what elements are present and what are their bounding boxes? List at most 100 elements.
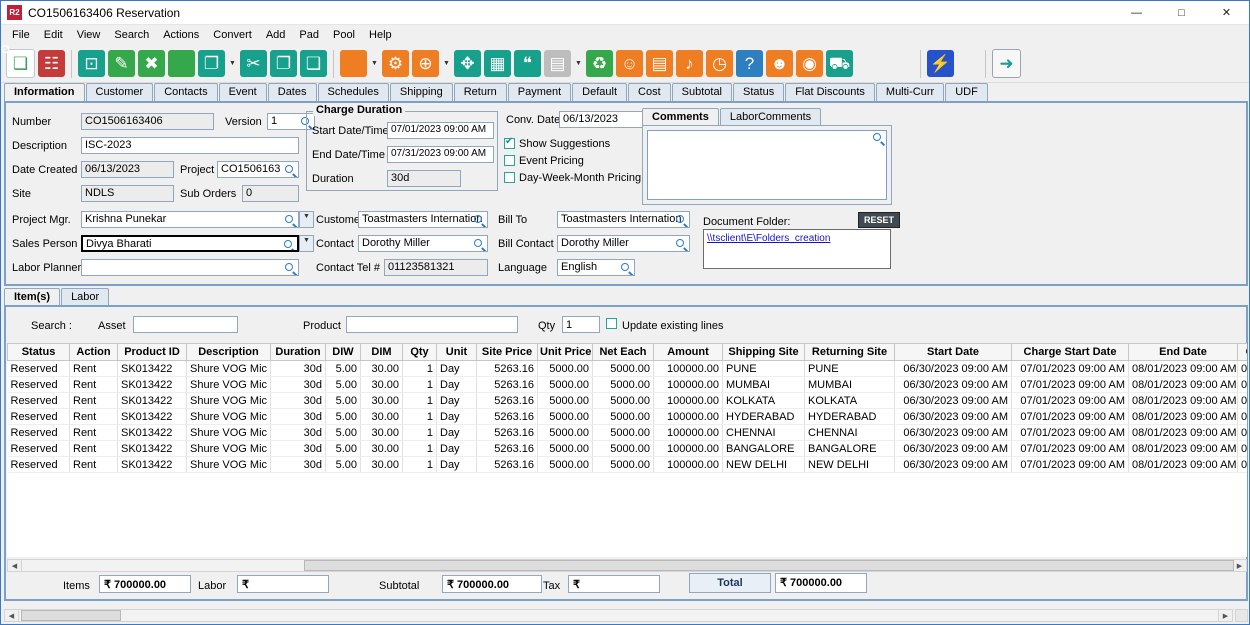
table-row[interactable]: ReservedRentSK013422Shure VOG Mic30d5.00… xyxy=(8,377,1248,393)
cell-charge-end-date[interactable]: 07/31/2023 09:00 AM xyxy=(1238,457,1248,473)
grid-icon[interactable]: ▦ xyxy=(484,50,511,77)
cell-duration[interactable]: 30d xyxy=(271,441,326,457)
bill-to-search-icon[interactable] xyxy=(676,215,687,226)
table-row[interactable]: ReservedRentSK013422Shure VOG Mic30d5.00… xyxy=(8,361,1248,377)
cell-dim[interactable]: 30.00 xyxy=(361,361,403,377)
cell-charge-start-date[interactable]: 07/01/2023 09:00 AM xyxy=(1012,377,1129,393)
table-row[interactable]: ReservedRentSK013422Shure VOG Mic30d5.00… xyxy=(8,457,1248,473)
column-header-site-price[interactable]: Site Price xyxy=(477,344,538,361)
cell-qty[interactable]: 1 xyxy=(403,361,437,377)
cell-shipping-site[interactable]: MUMBAI xyxy=(723,377,805,393)
comments-icon[interactable]: ❝ xyxy=(514,50,541,77)
comments-tab-comments[interactable]: Comments xyxy=(642,108,719,126)
copy-special-icon[interactable]: ❐ xyxy=(198,50,225,77)
cell-product-id[interactable]: SK013422 xyxy=(118,377,187,393)
tab-cost[interactable]: Cost xyxy=(628,83,671,101)
cell-diw[interactable]: 5.00 xyxy=(326,441,361,457)
cell-dim[interactable]: 30.00 xyxy=(361,409,403,425)
cell-duration[interactable]: 30d xyxy=(271,377,326,393)
tab-information[interactable]: Information xyxy=(4,83,85,101)
edit-icon[interactable]: ✎ xyxy=(108,50,135,77)
scroll-right-icon[interactable]: ▶ xyxy=(1232,560,1246,571)
copy-icon[interactable]: ❐ xyxy=(270,50,297,77)
cell-unit-price[interactable]: 5000.00 xyxy=(538,361,593,377)
labor-planner-search-icon[interactable] xyxy=(285,263,296,274)
start-datetime-field[interactable]: 07/01/2023 09:00 AM xyxy=(387,122,494,139)
sales-person-dropdown[interactable] xyxy=(299,235,314,252)
window-horizontal-scrollbar[interactable]: ◀ ▶ xyxy=(4,609,1233,622)
total-button[interactable]: Total xyxy=(689,573,771,593)
cell-unit[interactable]: Day xyxy=(437,361,477,377)
tab-multi-curr[interactable]: Multi-Curr xyxy=(876,83,944,101)
table-row[interactable]: ReservedRentSK013422Shure VOG Mic30d5.00… xyxy=(8,425,1248,441)
project-mgr-search-icon[interactable] xyxy=(285,215,296,226)
cell-dim[interactable]: 30.00 xyxy=(361,393,403,409)
add-items-dropdown-icon[interactable]: ▼ xyxy=(442,60,451,67)
cell-dim[interactable]: 30.00 xyxy=(361,377,403,393)
language-field[interactable]: English xyxy=(557,259,635,276)
cell-qty[interactable]: 1 xyxy=(403,409,437,425)
tab-dates[interactable]: Dates xyxy=(268,83,317,101)
cell-charge-start-date[interactable]: 07/01/2023 09:00 AM xyxy=(1012,457,1129,473)
cell-action[interactable]: Rent xyxy=(70,409,118,425)
music-icon[interactable]: ♪ xyxy=(676,50,703,77)
paste-icon[interactable]: ❑ xyxy=(300,50,327,77)
contact-tel-field[interactable]: 01123581321 xyxy=(384,259,488,276)
cell-description[interactable]: Shure VOG Mic xyxy=(187,361,271,377)
cell-charge-start-date[interactable]: 07/01/2023 09:00 AM xyxy=(1012,361,1129,377)
maximize-button[interactable]: □ xyxy=(1159,1,1204,24)
cell-shipping-site[interactable]: BANGALORE xyxy=(723,441,805,457)
document-folder-link[interactable]: \\tsclient\E\Folders_creation xyxy=(707,233,830,244)
cell-net-each[interactable]: 5000.00 xyxy=(593,425,654,441)
cell-returning-site[interactable]: KOLKATA xyxy=(805,393,895,409)
cell-qty[interactable]: 1 xyxy=(403,441,437,457)
column-header-returning-site[interactable]: Returning Site xyxy=(805,344,895,361)
cell-qty[interactable]: 1 xyxy=(403,393,437,409)
cell-net-each[interactable]: 5000.00 xyxy=(593,377,654,393)
cell-unit[interactable]: Day xyxy=(437,377,477,393)
cell-charge-end-date[interactable]: 07/31/2023 09:00 AM xyxy=(1238,425,1248,441)
photo-icon[interactable]: ◉ xyxy=(796,50,823,77)
cell-charge-start-date[interactable]: 07/01/2023 09:00 AM xyxy=(1012,393,1129,409)
cell-duration[interactable]: 30d xyxy=(271,361,326,377)
cell-product-id[interactable]: SK013422 xyxy=(118,441,187,457)
cell-start-date[interactable]: 06/30/2023 09:00 AM xyxy=(895,361,1012,377)
add-contact-icon[interactable]: ☻ xyxy=(766,50,793,77)
table-row[interactable]: ReservedRentSK013422Shure VOG Mic30d5.00… xyxy=(8,441,1248,457)
menu-add[interactable]: Add xyxy=(259,27,293,43)
cell-action[interactable]: Rent xyxy=(70,457,118,473)
bill-to-field[interactable]: Toastmasters Internation xyxy=(557,211,690,228)
cell-site-price[interactable]: 5263.16 xyxy=(477,457,538,473)
cell-product-id[interactable]: SK013422 xyxy=(118,361,187,377)
customer-field[interactable]: Toastmasters Internation xyxy=(358,211,488,228)
column-header-charge-start-date[interactable]: Charge Start Date xyxy=(1012,344,1129,361)
expand-icon[interactable]: ✥ xyxy=(454,50,481,77)
cell-site-price[interactable]: 5263.16 xyxy=(477,425,538,441)
cell-unit-price[interactable]: 5000.00 xyxy=(538,425,593,441)
cell-status[interactable]: Reserved xyxy=(8,393,70,409)
cell-net-each[interactable]: 5000.00 xyxy=(593,393,654,409)
cell-status[interactable]: Reserved xyxy=(8,457,70,473)
cell-start-date[interactable]: 06/30/2023 09:00 AM xyxy=(895,393,1012,409)
cell-diw[interactable]: 5.00 xyxy=(326,425,361,441)
project-field[interactable]: CO1506163 xyxy=(217,161,299,178)
cell-net-each[interactable]: 5000.00 xyxy=(593,441,654,457)
table-horizontal-scrollbar[interactable]: ◀ ▶ xyxy=(7,559,1247,572)
column-header-diw[interactable]: DIW xyxy=(326,344,361,361)
menu-help[interactable]: Help xyxy=(362,27,399,43)
bill-contact-field[interactable]: Dorothy Miller xyxy=(557,235,690,252)
column-header-status[interactable]: Status xyxy=(8,344,70,361)
cell-description[interactable]: Shure VOG Mic xyxy=(187,409,271,425)
cell-start-date[interactable]: 06/30/2023 09:00 AM xyxy=(895,441,1012,457)
cell-amount[interactable]: 100000.00 xyxy=(654,377,723,393)
cell-unit-price[interactable]: 5000.00 xyxy=(538,393,593,409)
cell-shipping-site[interactable]: NEW DELHI xyxy=(723,457,805,473)
column-header-charge-end-date[interactable]: Charge End Date xyxy=(1238,344,1248,361)
cell-dim[interactable]: 30.00 xyxy=(361,425,403,441)
save-icon[interactable]: ⊡ xyxy=(78,50,105,77)
cell-action[interactable]: Rent xyxy=(70,441,118,457)
cell-qty[interactable]: 1 xyxy=(403,377,437,393)
cell-description[interactable]: Shure VOG Mic xyxy=(187,377,271,393)
column-header-action[interactable]: Action xyxy=(70,344,118,361)
event-pricing-checkbox[interactable] xyxy=(504,155,515,166)
